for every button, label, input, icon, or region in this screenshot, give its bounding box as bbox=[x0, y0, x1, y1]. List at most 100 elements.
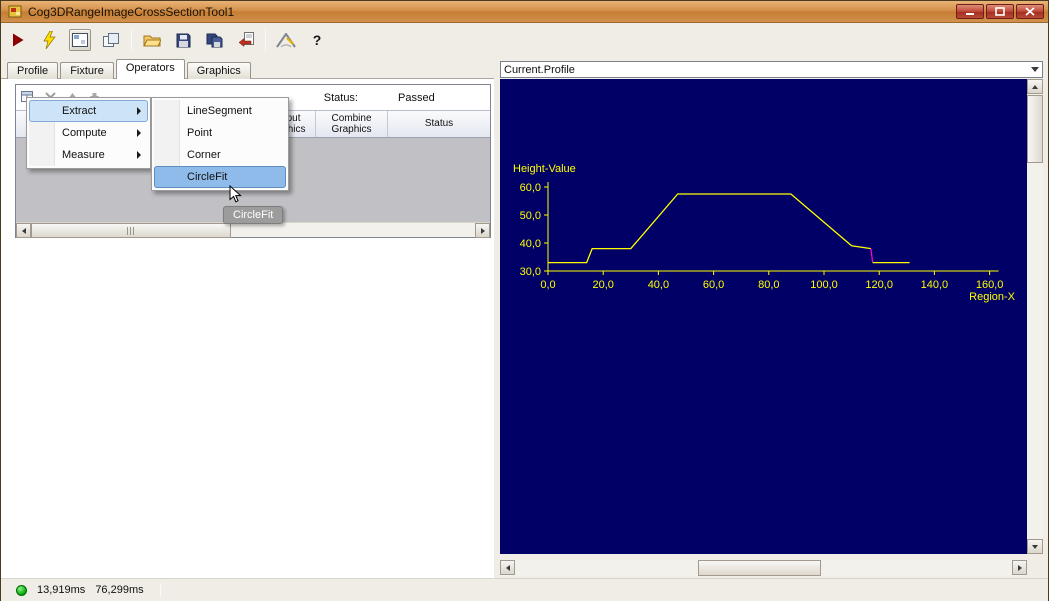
maximize-icon bbox=[995, 7, 1005, 16]
status-bar: 13,919ms 76,299ms bbox=[1, 578, 1048, 601]
minimize-button[interactable] bbox=[956, 4, 984, 19]
profile-selector-value: Current.Profile bbox=[504, 64, 575, 76]
tab-strip: Profile Fixture Operators Graphics bbox=[7, 59, 253, 79]
scroll-left-arrow[interactable] bbox=[16, 223, 31, 238]
submenu-arrow-icon bbox=[137, 129, 141, 137]
profile-display-panel: 0,0 20,0 40,0 60,0 80,0 100,0 120,0 140,0 160,0 3… bbox=[500, 79, 1043, 578]
mouse-cursor-icon bbox=[229, 185, 242, 203]
left-triangle-icon bbox=[22, 228, 26, 234]
minimize-icon bbox=[965, 7, 975, 16]
menu-item-point[interactable]: Point bbox=[154, 122, 286, 144]
svg-text:80,0: 80,0 bbox=[758, 279, 779, 291]
import-icon bbox=[237, 32, 254, 48]
app-icon bbox=[8, 4, 23, 19]
tab-profile[interactable]: Profile bbox=[7, 62, 58, 79]
main-toolbar: ? bbox=[1, 23, 1048, 57]
profile-chart-svg: 0,0 20,0 40,0 60,0 80,0 100,0 120,0 140,0 160,0 3… bbox=[500, 79, 1027, 554]
help-icon: ? bbox=[313, 32, 322, 48]
maximize-button[interactable] bbox=[986, 4, 1014, 19]
profile-chart[interactable]: 0,0 20,0 40,0 60,0 80,0 100,0 120,0 140,0 160,0 3… bbox=[500, 79, 1027, 554]
close-button[interactable] bbox=[1016, 4, 1044, 19]
menu-item-circlefit[interactable]: CircleFit bbox=[154, 166, 286, 188]
profile-selector-combobox[interactable]: Current.Profile bbox=[500, 61, 1043, 78]
column-header-combine-graphics[interactable]: Combine Graphics bbox=[316, 111, 388, 137]
lightning-icon bbox=[42, 31, 57, 49]
execution-time: 13,919ms bbox=[37, 584, 85, 596]
svg-text:100,0: 100,0 bbox=[810, 279, 838, 291]
down-triangle-icon bbox=[1032, 545, 1038, 549]
toolbar-separator bbox=[131, 29, 132, 51]
left-triangle-icon bbox=[506, 565, 510, 571]
svg-text:120,0: 120,0 bbox=[865, 279, 893, 291]
image-grid-icon bbox=[72, 33, 88, 47]
caliper-icon bbox=[276, 33, 296, 48]
add-operator-context-menu: Extract Compute Measure bbox=[26, 97, 151, 169]
svg-text:20,0: 20,0 bbox=[592, 279, 613, 291]
right-triangle-icon bbox=[481, 228, 485, 234]
extract-submenu: LineSegment Point Corner CircleFit bbox=[151, 97, 289, 191]
open-file-button[interactable] bbox=[141, 29, 163, 51]
menu-item-measure[interactable]: Measure bbox=[29, 144, 148, 166]
scrollbar-thumb[interactable] bbox=[31, 223, 231, 238]
scrollbar-thumb[interactable] bbox=[1027, 95, 1043, 163]
save-as-icon bbox=[206, 33, 223, 48]
import-button[interactable] bbox=[234, 29, 256, 51]
column-header-status[interactable]: Status bbox=[388, 111, 490, 137]
titlebar[interactable]: Cog3DRangeImageCrossSectionTool1 bbox=[1, 1, 1048, 23]
measure-tool-button[interactable] bbox=[275, 29, 297, 51]
status-value: Passed bbox=[398, 92, 444, 104]
menu-item-compute[interactable]: Compute bbox=[29, 122, 148, 144]
right-triangle-icon bbox=[1018, 565, 1022, 571]
svg-text:160,0: 160,0 bbox=[976, 279, 1004, 291]
svg-text:Height-Value: Height-Value bbox=[513, 163, 576, 175]
scroll-right-arrow[interactable] bbox=[1012, 560, 1027, 575]
total-time: 76,299ms bbox=[95, 584, 143, 596]
scrollbar-thumb[interactable] bbox=[698, 560, 821, 576]
menu-item-extract[interactable]: Extract bbox=[29, 100, 148, 122]
save-button[interactable] bbox=[172, 29, 194, 51]
svg-text:0,0: 0,0 bbox=[540, 279, 555, 291]
chart-vertical-scrollbar[interactable] bbox=[1027, 79, 1043, 554]
up-triangle-icon bbox=[1032, 85, 1038, 89]
svg-text:Region-X: Region-X bbox=[969, 291, 1016, 303]
tab-operators[interactable]: Operators bbox=[116, 59, 185, 79]
toolbar-separator bbox=[265, 29, 266, 51]
show-result-graphics-button[interactable] bbox=[69, 29, 91, 51]
grid-horizontal-scrollbar[interactable] bbox=[16, 222, 490, 237]
scroll-right-arrow[interactable] bbox=[475, 223, 490, 238]
svg-text:30,0: 30,0 bbox=[520, 266, 541, 278]
scroll-left-arrow[interactable] bbox=[500, 560, 515, 575]
chevron-down-icon bbox=[1031, 67, 1039, 72]
run-status-led-icon bbox=[16, 585, 27, 596]
grip-icon bbox=[127, 227, 136, 235]
window-controls bbox=[956, 4, 1044, 19]
tab-fixture[interactable]: Fixture bbox=[60, 62, 114, 79]
scrollbar-corner bbox=[1027, 560, 1043, 576]
scroll-down-arrow[interactable] bbox=[1027, 539, 1043, 554]
copy-graphics-button[interactable] bbox=[100, 29, 122, 51]
svg-text:50,0: 50,0 bbox=[520, 210, 541, 222]
svg-text:60,0: 60,0 bbox=[703, 279, 724, 291]
trigger-button[interactable] bbox=[38, 29, 60, 51]
tab-graphics[interactable]: Graphics bbox=[187, 62, 251, 79]
run-button[interactable] bbox=[7, 29, 29, 51]
svg-text:40,0: 40,0 bbox=[648, 279, 669, 291]
circlefit-tooltip: CircleFit bbox=[223, 206, 283, 224]
help-button[interactable]: ? bbox=[306, 29, 328, 51]
save-icon bbox=[176, 33, 191, 48]
submenu-arrow-icon bbox=[137, 107, 141, 115]
menu-item-linesegment[interactable]: LineSegment bbox=[154, 100, 286, 122]
scroll-up-arrow[interactable] bbox=[1027, 79, 1043, 94]
svg-text:60,0: 60,0 bbox=[520, 182, 541, 194]
play-icon bbox=[10, 32, 26, 48]
status-label: Status: bbox=[324, 92, 358, 104]
menu-item-corner[interactable]: Corner bbox=[154, 144, 286, 166]
close-icon bbox=[1025, 7, 1035, 16]
app-window: Cog3DRangeImageCrossSectionTool1 bbox=[0, 0, 1049, 601]
save-as-button[interactable] bbox=[203, 29, 225, 51]
svg-text:140,0: 140,0 bbox=[921, 279, 949, 291]
statusbar-separator bbox=[160, 583, 161, 597]
grid-copy-icon bbox=[103, 33, 120, 48]
open-folder-icon bbox=[143, 33, 161, 47]
scrollbar-track[interactable] bbox=[231, 223, 475, 237]
